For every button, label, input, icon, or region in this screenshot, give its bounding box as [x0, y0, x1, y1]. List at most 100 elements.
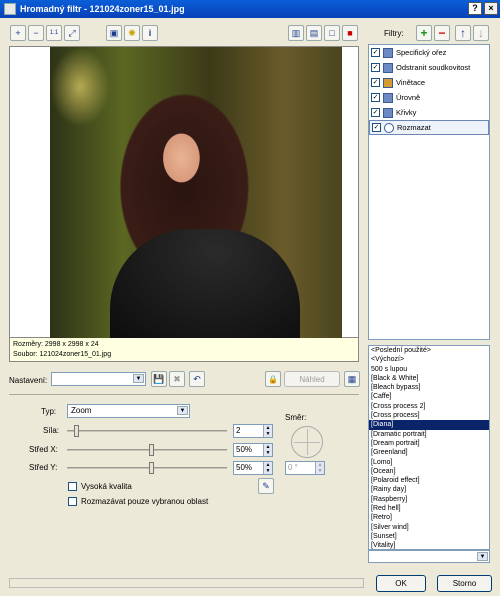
split-horizontal-icon[interactable]: ▤ [306, 25, 322, 41]
actual-size-icon[interactable]: 1:1 [46, 25, 62, 41]
center-y-slider[interactable] [67, 462, 227, 474]
window-title: Hromadný filtr - 121024zoner15_01.jpg [20, 4, 185, 14]
type-combo[interactable]: Zoom ▼ [67, 404, 190, 418]
image-info: Rozměry: 2998 x 2998 x 24 Soubor: 121024… [9, 338, 359, 362]
preset-item[interactable]: [Silver wind] [369, 523, 489, 532]
filter-item-barrel[interactable]: ✓ Odstranit soudkovitost [369, 60, 489, 75]
preset-item[interactable]: [Sunset] [369, 532, 489, 541]
filter-checkbox[interactable]: ✓ [372, 123, 381, 132]
preset-item[interactable]: <Poslední použité> [369, 346, 489, 355]
preset-item[interactable]: [Rainy day] [369, 485, 489, 494]
filter-checkbox[interactable]: ✓ [371, 93, 380, 102]
preset-item[interactable]: [Cross process 2] [369, 402, 489, 411]
help-button[interactable]: ? [468, 2, 482, 15]
spin-arrows-icon[interactable]: ▲ ▼ [315, 462, 324, 474]
chevron-down-icon[interactable]: ▼ [133, 374, 144, 383]
preset-item[interactable]: [Black & White] [369, 374, 489, 383]
filter-label: Úrovně [396, 93, 421, 102]
filter-item-blur[interactable]: ✓ Rozmazat [369, 120, 489, 135]
reset-icon[interactable]: ↶ [189, 371, 205, 387]
filter-label: Vinětace [396, 78, 426, 87]
close-button[interactable]: × [484, 2, 498, 15]
direction-spin[interactable]: 0 ° ▲ ▼ [285, 461, 325, 475]
high-quality-checkbox[interactable] [68, 482, 77, 491]
preset-item[interactable]: [Diana] [369, 420, 489, 430]
ok-button[interactable]: OK [376, 575, 426, 592]
zoom-in-icon[interactable]: + [10, 25, 26, 41]
settings-label: Nastavení: [9, 376, 48, 385]
spin-arrows-icon[interactable]: ▲ ▼ [263, 462, 272, 474]
strength-slider[interactable] [67, 425, 227, 437]
red-view-icon[interactable]: ■ [342, 25, 358, 41]
preset-item[interactable]: [Polaroid effect] [369, 476, 489, 485]
single-view-icon[interactable]: □ [324, 25, 340, 41]
cancel-button[interactable]: Storno [437, 575, 492, 592]
direction-label: Směr: [285, 413, 307, 422]
fit-icon[interactable]: ⤢ [64, 25, 80, 41]
center-y-spin[interactable]: 50% ▲ ▼ [233, 461, 273, 475]
barrel-icon [383, 62, 393, 73]
split-vertical-icon[interactable]: ▥ [288, 25, 304, 41]
center-x-value: 50% [236, 445, 253, 454]
presets-list[interactable]: <Poslední použité> <Výchozí> 500 s lupou [B… [368, 345, 490, 550]
preset-item[interactable]: [Dream portrait] [369, 439, 489, 448]
filter-label: Specifický ořez [396, 48, 447, 57]
filter-label: Odstranit soudkovitost [396, 63, 471, 72]
slider-thumb[interactable] [74, 425, 80, 437]
layout-icon[interactable]: ▦ [344, 371, 360, 387]
vignette-icon [383, 77, 393, 88]
zoom-out-icon[interactable]: − [28, 25, 44, 41]
filter-checkbox[interactable]: ✓ [371, 78, 380, 87]
spin-arrows-icon[interactable]: ▲ ▼ [263, 444, 272, 456]
preset-item[interactable]: 500 s lupou [369, 365, 489, 374]
filter-checkbox[interactable]: ✓ [371, 63, 380, 72]
save-icon[interactable]: 💾 [151, 371, 167, 387]
eyedropper-icon[interactable]: ✎ [258, 478, 274, 494]
strength-spin[interactable]: 2 ▲ ▼ [233, 424, 273, 438]
preset-item[interactable]: [Greenland] [369, 448, 489, 457]
chevron-down-icon[interactable]: ▼ [477, 552, 488, 561]
filter-checkbox[interactable]: ✓ [371, 48, 380, 57]
filter-label: Křivky [396, 108, 417, 117]
preset-item[interactable]: [Cross process] [369, 411, 489, 420]
preset-item[interactable]: [Bleach bypass] [369, 383, 489, 392]
preset-item[interactable]: [Lomo] [369, 458, 489, 467]
direction-value: 0 ° [288, 463, 298, 472]
selection-only-checkbox[interactable] [68, 497, 77, 506]
preset-item[interactable]: [Dramatic portrait] [369, 430, 489, 439]
curves-icon [383, 107, 393, 118]
type-label: Typ: [41, 407, 57, 416]
move-down-icon[interactable]: ↓ [473, 25, 489, 41]
preset-item[interactable]: <Výchozí> [369, 355, 489, 364]
remove-filter-icon[interactable]: − [434, 25, 450, 41]
add-filter-icon[interactable]: + [416, 25, 432, 41]
effects-icon[interactable]: ✺ [124, 25, 140, 41]
chevron-down-icon[interactable]: ▼ [177, 406, 188, 415]
settings-combo[interactable]: ▼ [51, 372, 146, 386]
filter-item-levels[interactable]: ✓ Úrovně [369, 90, 489, 105]
filter-item-vignette[interactable]: ✓ Vinětace [369, 75, 489, 90]
preset-item[interactable]: [Raspberry] [369, 495, 489, 504]
filter-item-crop[interactable]: ✓ Specifický ořez [369, 45, 489, 60]
preview-button[interactable]: Náhled [284, 371, 340, 387]
filter-item-curves[interactable]: ✓ Křivky [369, 105, 489, 120]
slider-thumb[interactable] [148, 444, 154, 456]
presets-combo[interactable]: ▼ [368, 550, 490, 563]
delete-icon[interactable]: ✖ [169, 371, 185, 387]
move-up-icon[interactable]: ↑ [455, 25, 471, 41]
preset-item[interactable]: [Caffe] [369, 392, 489, 401]
lock-icon[interactable]: 🔒 [265, 371, 281, 387]
direction-dial[interactable] [291, 426, 323, 458]
preset-item[interactable]: [Retro] [369, 513, 489, 522]
info-icon[interactable]: i [142, 25, 158, 41]
selection-only-label: Rozmazávat pouze vybranou oblast [81, 497, 209, 506]
slider-thumb[interactable] [148, 462, 154, 474]
image-preview[interactable] [9, 46, 359, 339]
preset-item[interactable]: [Red hell] [369, 504, 489, 513]
center-x-spin[interactable]: 50% ▲ ▼ [233, 443, 273, 457]
compare-icon[interactable]: ▣ [106, 25, 122, 41]
preset-item[interactable]: [Ocean] [369, 467, 489, 476]
center-x-slider[interactable] [67, 444, 227, 456]
spin-arrows-icon[interactable]: ▲ ▼ [263, 425, 272, 437]
filter-checkbox[interactable]: ✓ [371, 108, 380, 117]
